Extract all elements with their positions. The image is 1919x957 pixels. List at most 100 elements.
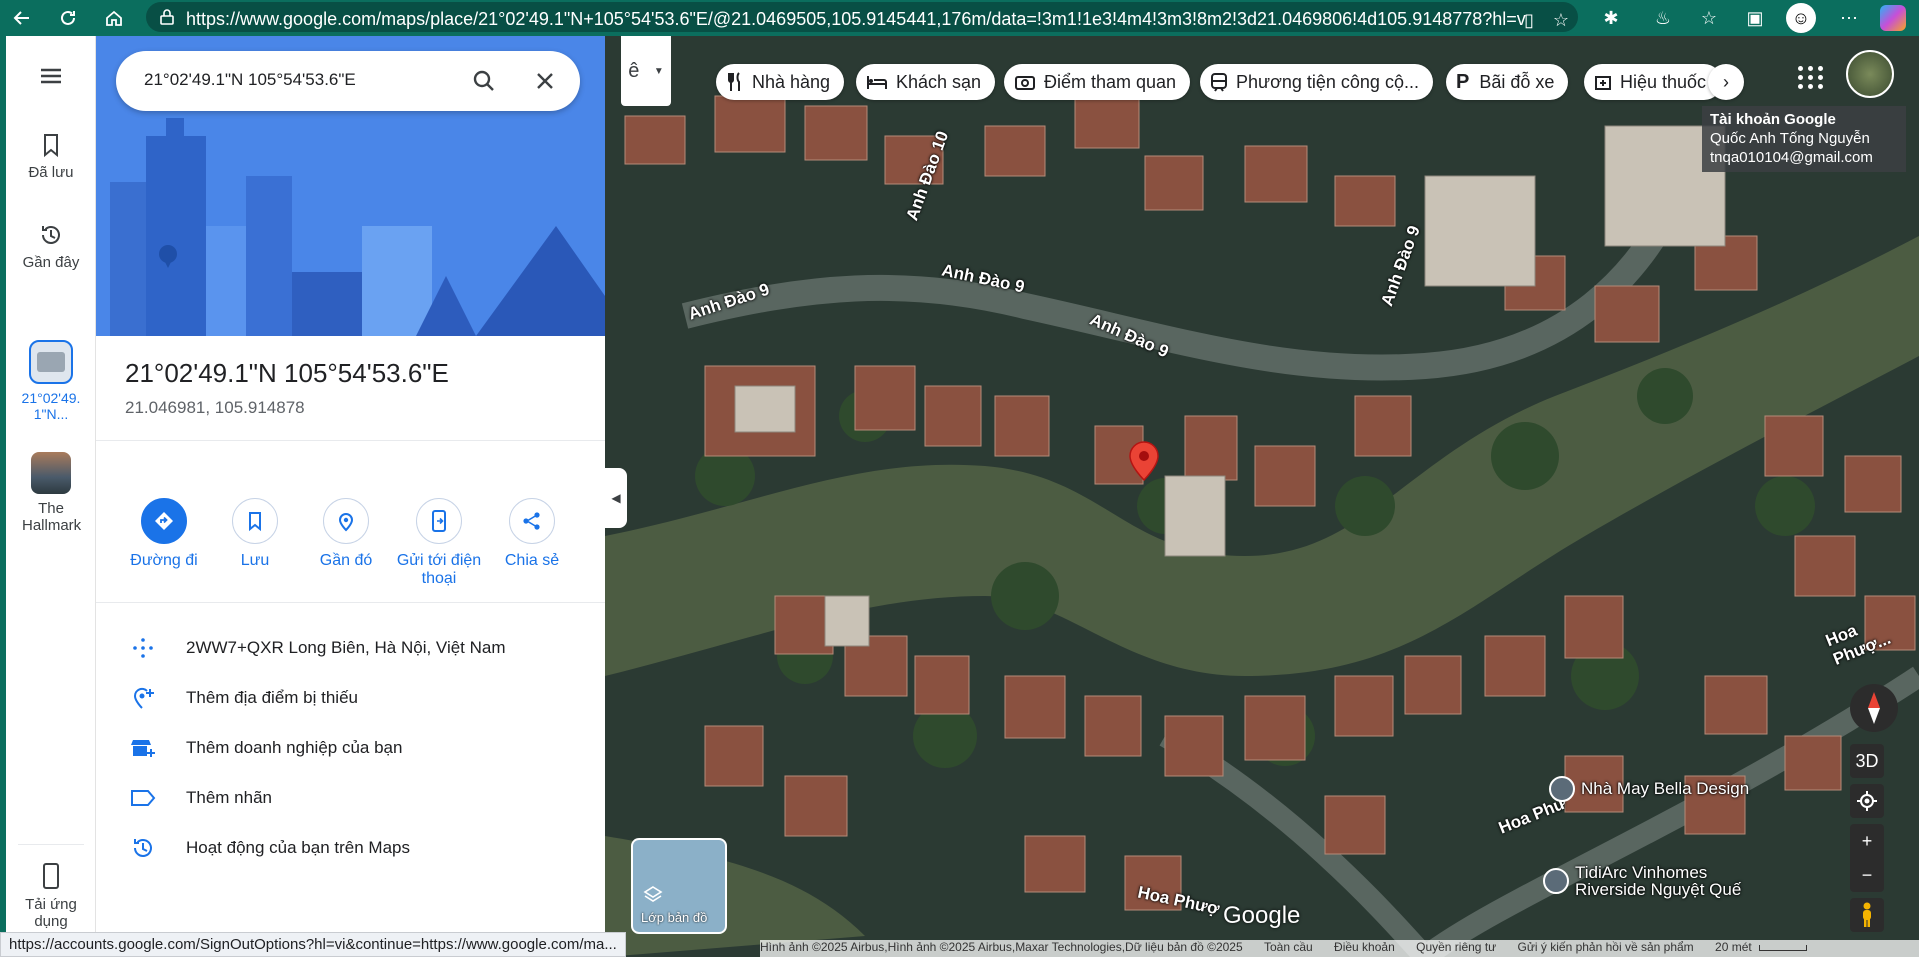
plus-code-row[interactable]: 2WW7+QXR Long Biên, Hà Nội, Việt Nam [126, 628, 586, 668]
chip-hotels[interactable]: Khách sạn [856, 64, 996, 100]
collections-icon[interactable]: ▣ [1742, 5, 1768, 31]
my-location-button[interactable] [1850, 784, 1884, 818]
rail-hallmark[interactable]: The Hallmark [6, 452, 96, 534]
hero-illustration: 21°02'49.1"N 105°54'53.6"E [96, 36, 605, 336]
rail-hallmark-label: The Hallmark [22, 500, 82, 534]
directions-label: Đường đi [130, 552, 198, 569]
chip-label: Khách sạn [896, 71, 982, 92]
nearby-button[interactable]: Gần đó [296, 498, 396, 570]
send-to-phone-icon [432, 510, 446, 532]
layers-button[interactable]: Lớp bản đồ [631, 838, 727, 934]
reader-icon[interactable]: ▯ [1516, 7, 1542, 33]
browser-status-bar: https://accounts.google.com/SignOutOptio… [0, 932, 626, 957]
back-button[interactable] [8, 4, 36, 32]
profile-avatar[interactable]: ☺ [1786, 3, 1816, 33]
search-input[interactable]: 21°02'49.1"N 105°54'53.6"E [144, 70, 356, 90]
rail-recent-label: Gần đây [22, 254, 80, 271]
copilot-icon[interactable] [1880, 5, 1906, 31]
chip-restaurants[interactable]: Nhà hàng [716, 64, 845, 100]
rail-place-label: 21°02'49.1"N... [21, 390, 81, 422]
search-box[interactable]: 21°02'49.1"N 105°54'53.6"E [116, 51, 580, 111]
actions-divider [96, 602, 605, 603]
street-view-pegman[interactable] [1850, 898, 1884, 932]
scale-label[interactable]: 20 mét [1715, 940, 1752, 954]
extensions-icon[interactable]: ✱ [1598, 5, 1624, 31]
poi-marker[interactable]: Nhà May Bella Design [1549, 776, 1749, 802]
rail-get-app-label: Tải ứng dụng [25, 896, 77, 930]
poi-pin-icon [1543, 868, 1569, 894]
privacy-link[interactable]: Quyền riêng tư [1416, 940, 1496, 954]
performance-icon[interactable]: ♨ [1650, 5, 1676, 31]
chip-label: Bãi đỗ xe [1479, 71, 1555, 92]
rail-saved[interactable]: Đã lưu [6, 132, 96, 181]
copyright-text: Hình ảnh ©2025 Airbus,Hình ảnh ©2025 Air… [760, 940, 1243, 954]
maps-activity-row[interactable]: Hoạt động của bạn trên Maps [126, 828, 586, 868]
chip-attractions[interactable]: Điểm tham quan [1004, 64, 1191, 100]
chip-transit[interactable]: Phương tiện công cộ... [1200, 64, 1433, 100]
zoom-out-button[interactable]: − [1850, 858, 1884, 892]
directions-icon [155, 512, 173, 530]
left-rail: Đã lưu Gần đây 21°02'49.1"N... The Hallm… [6, 36, 96, 957]
add-label-text: Thêm nhãn [186, 788, 272, 807]
account-email: tnqa010104@gmail.com [1710, 149, 1873, 166]
add-missing-place-row[interactable]: Thêm địa điểm bị thiếu [126, 678, 586, 718]
place-title: 21°02'49.1"N 105°54'53.6"E [125, 358, 449, 388]
feedback-link[interactable]: Gửi ý kiến phản hồi về sản phẩm [1518, 940, 1694, 954]
rail-saved-label: Đã lưu [28, 164, 74, 181]
address-bar[interactable]: https://www.google.com/maps/place/21°02'… [146, 2, 1578, 32]
send-to-phone-button[interactable]: Gửi tới điện thoại [387, 498, 491, 588]
hallmark-thumbnail [31, 452, 71, 494]
compass-button[interactable] [1850, 684, 1898, 732]
title-divider [96, 440, 605, 441]
favorite-star-icon[interactable]: ☆ [1548, 7, 1574, 33]
poi-marker[interactable]: TidiArc Vinhomes Riverside Nguyệt Quế [1543, 864, 1755, 898]
google-apps-button[interactable] [1796, 62, 1826, 92]
compass-icon [1868, 692, 1880, 724]
nearby-label: Gần đó [319, 552, 373, 569]
reload-button[interactable] [54, 4, 82, 32]
rail-recent[interactable]: Gần đây [6, 222, 96, 271]
address-text[interactable]: https://www.google.com/maps/place/21°02'… [186, 9, 1526, 30]
nearby-icon [338, 513, 354, 532]
global-link[interactable]: Toàn cầu [1264, 940, 1313, 954]
minus-icon: − [1861, 864, 1873, 885]
menu-button[interactable] [6, 66, 96, 86]
add-business-row[interactable]: Thêm doanh nghiệp của bạn [126, 728, 586, 768]
label-icon [131, 790, 156, 806]
back-arrow-icon [13, 11, 29, 25]
bookmark-icon [249, 512, 261, 532]
place-coordinates: 21.046981, 105.914878 [125, 398, 305, 417]
add-place-icon [133, 687, 154, 709]
3d-button[interactable]: 3D [1850, 744, 1884, 778]
zoom-in-button[interactable]: + [1850, 824, 1884, 858]
terms-link[interactable]: Điều khoản [1334, 940, 1395, 954]
close-icon[interactable] [534, 70, 556, 92]
chip-label: Phương tiện công cộ... [1236, 71, 1419, 92]
account-name: Quốc Anh Tống Nguyễn [1710, 130, 1870, 147]
search-icon[interactable] [472, 69, 496, 93]
google-logo: Google [1223, 902, 1301, 929]
favorites-icon[interactable]: ☆ [1696, 5, 1722, 31]
account-tooltip: Tài khoản Google Quốc Anh Tống Nguyễn tn… [1702, 106, 1906, 172]
layers-label: Lớp bản đồ [641, 910, 708, 925]
ime-toggle[interactable]: ê ▼ [621, 36, 671, 106]
account-avatar[interactable] [1846, 50, 1894, 98]
map-canvas[interactable]: ê ▼ ◀ Anh Đào 9 Anh Đào 9 Anh Đào 9 Anh … [605, 36, 1919, 957]
chip-parking[interactable]: P Bãi đỗ xe [1446, 64, 1569, 100]
more-menu-icon[interactable]: ⋯ [1836, 5, 1862, 31]
satellite-imagery [605, 36, 1919, 957]
chip-pharmacy[interactable]: Hiệu thuốc [1584, 64, 1722, 100]
share-button[interactable]: Chia sẻ [482, 498, 582, 570]
rail-get-app[interactable]: Tải ứng dụng [6, 862, 96, 930]
rail-current-place[interactable]: 21°02'49.1"N... [6, 340, 96, 422]
save-button[interactable]: Lưu [205, 498, 305, 570]
poi-label: TidiArc Vinhomes Riverside Nguyệt Quế [1575, 863, 1742, 899]
ime-dropdown-icon: ▼ [653, 65, 664, 77]
add-label-row[interactable]: Thêm nhãn [126, 778, 586, 818]
collapse-panel-button[interactable]: ◀ [605, 468, 627, 528]
chips-scroll-right-button[interactable]: › [1708, 64, 1744, 100]
directions-button[interactable]: Đường đi [114, 498, 214, 570]
plus-icon: + [1861, 830, 1873, 851]
hamburger-menu-icon [41, 68, 61, 84]
home-button[interactable] [100, 4, 128, 32]
